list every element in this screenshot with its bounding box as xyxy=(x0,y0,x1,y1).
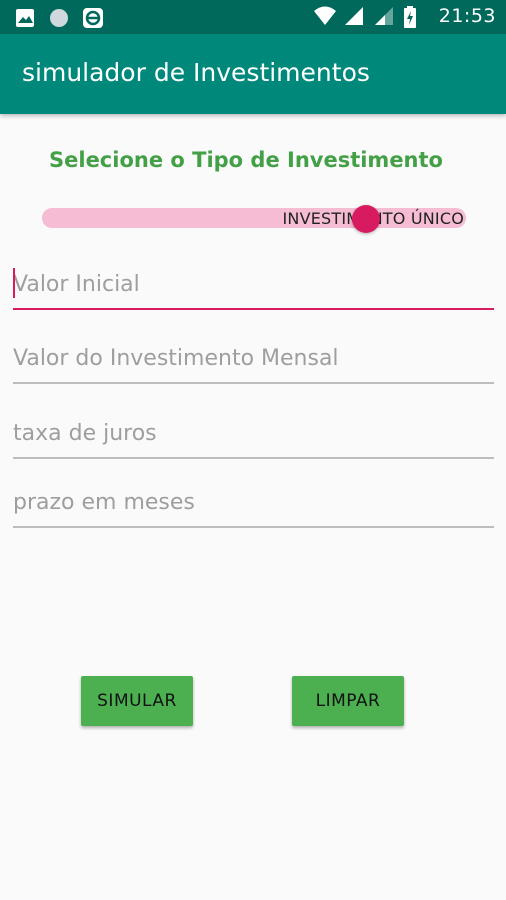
notification-icons xyxy=(14,7,104,29)
e-app-icon xyxy=(82,7,104,29)
image-icon xyxy=(14,7,36,29)
interest-rate-field[interactable] xyxy=(13,409,494,459)
status-time: 21:53 xyxy=(438,5,496,27)
app-bar: simulador de Investimentos xyxy=(0,34,506,114)
monthly-investment-input[interactable] xyxy=(13,334,494,382)
initial-value-input[interactable] xyxy=(13,260,494,308)
text-cursor xyxy=(13,268,15,298)
initial-value-underline xyxy=(13,308,494,310)
system-icons: 21:53 xyxy=(313,5,496,28)
app-title: simulador de Investimentos xyxy=(22,58,370,87)
switch-thumb[interactable] xyxy=(352,205,380,233)
interest-rate-underline xyxy=(13,457,494,459)
monthly-investment-underline xyxy=(13,382,494,384)
signal-icon xyxy=(343,5,365,27)
investment-type-title: Selecione o Tipo de Investimento xyxy=(49,148,443,172)
initial-value-field[interactable] xyxy=(13,260,494,310)
clear-button[interactable]: LIMPAR xyxy=(292,676,404,726)
interest-rate-input[interactable] xyxy=(13,409,494,457)
signal-weak-icon xyxy=(373,5,395,27)
term-months-field[interactable] xyxy=(13,478,494,528)
wifi-icon xyxy=(313,5,336,27)
term-months-input[interactable] xyxy=(13,478,494,526)
monthly-investment-field[interactable] xyxy=(13,334,494,384)
term-months-underline xyxy=(13,526,494,528)
circle-icon xyxy=(48,7,70,29)
status-bar: 21:53 xyxy=(0,0,506,34)
simulate-button[interactable]: SIMULAR xyxy=(81,676,193,726)
investment-type-switch[interactable]: INVESTIMENTO ÚNICO xyxy=(42,205,466,233)
battery-charging-icon xyxy=(403,5,425,28)
